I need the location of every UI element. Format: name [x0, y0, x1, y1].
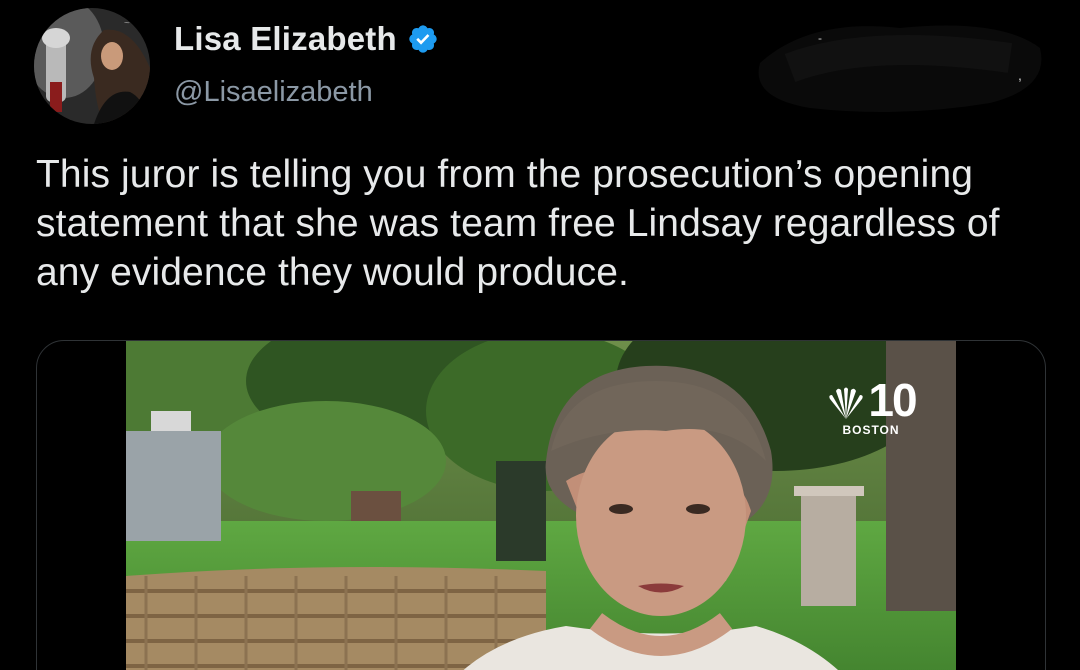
avatar-image: ~: [34, 8, 150, 124]
tweet: ~ Lisa Elizabeth @Lisaelizabeth - , This…: [0, 0, 1080, 670]
display-name[interactable]: Lisa Elizabeth: [174, 20, 397, 58]
video-media-card[interactable]: 10 BOSTON: [36, 340, 1046, 670]
svg-text:,: ,: [1018, 67, 1022, 83]
avatar[interactable]: ~: [34, 8, 150, 124]
user-handle[interactable]: @Lisaelizabeth: [174, 76, 373, 109]
name-row: Lisa Elizabeth: [174, 20, 439, 58]
channel-number: 10: [868, 374, 917, 426]
video-thumbnail[interactable]: 10 BOSTON: [126, 341, 956, 670]
redaction-scribble: - ,: [758, 25, 1042, 112]
verified-badge-icon: [407, 23, 439, 55]
broadcaster-logo: 10 BOSTON: [826, 374, 918, 437]
peacock-icon: [829, 387, 864, 419]
tweet-text: This juror is telling you from the prose…: [36, 153, 1000, 294]
svg-text:~: ~: [124, 18, 130, 29]
svg-text:-: -: [818, 31, 822, 45]
